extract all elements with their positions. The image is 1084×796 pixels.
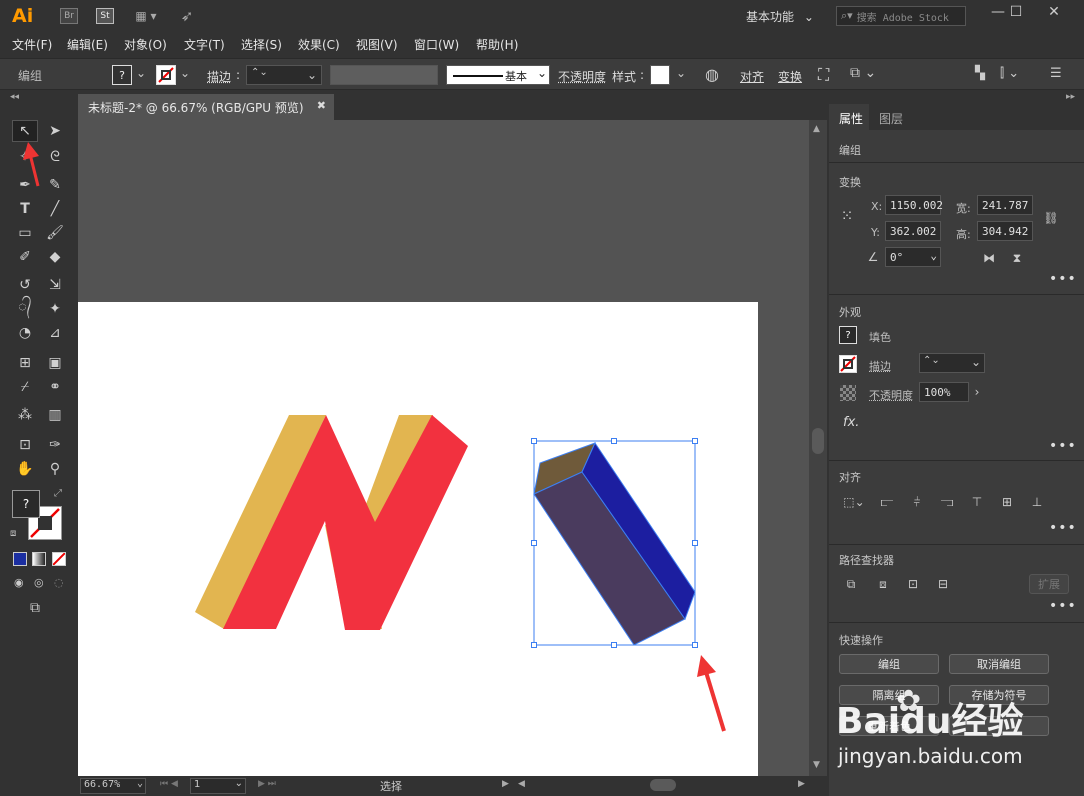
more-options-icon[interactable]: ••• (1049, 598, 1077, 614)
more-options-icon[interactable]: ••• (1049, 271, 1077, 287)
flip-horizontal-icon[interactable]: ⧓ (981, 250, 997, 266)
width-label: 宽: (956, 202, 971, 215)
divider (829, 162, 1084, 163)
fill-swatch[interactable]: ? (839, 326, 857, 344)
align-title: 对齐 (839, 471, 861, 484)
height-field[interactable]: 304.942 (977, 221, 1033, 241)
divider (829, 622, 1084, 623)
angle-field[interactable]: 0° ⌄ (885, 247, 941, 267)
chevron-down-icon: ⌄ (970, 355, 981, 369)
divider (829, 294, 1084, 295)
height-label: 高: (956, 228, 971, 241)
horizontal-scroll-thumb[interactable] (650, 779, 676, 791)
appearance-title: 外观 (839, 306, 861, 319)
vertical-scrollbar[interactable]: ▲ ▼ (809, 120, 827, 776)
constrain-proportions-icon[interactable]: ⛓ (1043, 210, 1059, 226)
stroke-weight-stepper[interactable]: ⌃⌄ ⌄ (919, 353, 985, 373)
unite-icon[interactable]: ⧉ (843, 576, 859, 592)
panel-tab-strip (913, 104, 1084, 130)
align-right-icon[interactable]: ⫎ (939, 494, 955, 510)
chevron-right-icon[interactable]: › (969, 384, 985, 400)
align-top-icon[interactable]: ⊤ (969, 494, 985, 510)
scroll-right-icon[interactable]: ▶ (798, 779, 805, 789)
opacity-icon (840, 385, 856, 401)
x-field[interactable]: 1150.002 (885, 195, 943, 215)
tab-properties[interactable]: 属性 (829, 104, 869, 130)
transform-title: 变换 (839, 176, 861, 189)
align-left-icon[interactable]: ⫍ (879, 494, 895, 510)
chevron-down-icon: ⌄ (234, 778, 243, 789)
align-bottom-icon[interactable]: ⊥ (1029, 494, 1045, 510)
fx-button[interactable]: fx. (843, 415, 859, 430)
exclude-icon[interactable]: ⊟ (935, 576, 951, 592)
ungroup-button[interactable]: 取消编组 (949, 654, 1049, 674)
baidu-watermark: Baidu经验 ✿ jingyan.baidu.com (832, 680, 1078, 780)
annotation-arrow (23, 142, 40, 187)
opacity-field[interactable]: 100% (919, 382, 969, 402)
no-stroke-icon (840, 356, 856, 372)
x-label: X: (871, 200, 883, 213)
scroll-left-icon[interactable]: ◀ (518, 779, 525, 789)
more-options-icon[interactable]: ••• (1049, 520, 1077, 536)
quick-actions-title: 快速操作 (839, 634, 883, 647)
fill-indicator[interactable]: ? (12, 490, 40, 518)
stroke-swatch[interactable] (839, 355, 857, 373)
fill-label: 填色 (869, 331, 891, 344)
annotation-arrow (697, 655, 726, 732)
status-bar: 66.67% ⌄ ⏮ ◀ 1 ⌄ ▶ ⏭ 选择 ▶ ◀ ▶ (78, 776, 809, 796)
y-field[interactable]: 362.002 (885, 221, 941, 241)
chevron-down-icon: ⌄ (930, 249, 937, 262)
chevron-down-icon: ⌄ (136, 778, 143, 789)
tab-properties-label: 属性 (839, 112, 864, 126)
reference-point-icon[interactable]: ⁙ (839, 207, 855, 225)
minus-front-icon[interactable]: ⧈ (875, 576, 891, 592)
flip-vertical-icon[interactable]: ⧗ (1009, 250, 1025, 266)
status-menu-icon[interactable]: ▶ (502, 779, 509, 789)
watermark-brand: Baidu经验 (836, 701, 1024, 742)
align-horizontal-center-icon[interactable]: ⫩ (909, 494, 925, 510)
rotate-angle-icon: ∠ (867, 250, 879, 264)
tab-layers[interactable]: 图层 (869, 104, 913, 130)
expand-button[interactable]: 扩展 (1029, 574, 1069, 594)
align-to-selection-icon[interactable]: ⬚⌄ (841, 494, 867, 510)
intersect-icon[interactable]: ⊡ (905, 576, 921, 592)
stroke-label[interactable]: 描边 (869, 358, 891, 374)
first-artboard-icon[interactable]: ⏮ ◀ (160, 779, 178, 789)
watermark-url: jingyan.baidu.com (838, 744, 1023, 768)
stepper-arrows-icon: ⌃⌄ (923, 355, 940, 366)
zoom-field[interactable]: 66.67% ⌄ (80, 778, 146, 794)
artboard-navigator[interactable]: 1 ⌄ (190, 778, 246, 794)
object-type-label: 编组 (839, 144, 861, 157)
scroll-up-icon[interactable]: ▲ (813, 124, 820, 134)
group-button[interactable]: 编组 (839, 654, 939, 674)
tab-layers-label: 图层 (879, 112, 904, 126)
zoom-value: 66.67% (84, 779, 121, 790)
angle-value: 0° (890, 250, 904, 264)
scroll-thumb[interactable] (812, 428, 824, 454)
width-field[interactable]: 241.787 (977, 195, 1033, 215)
pathfinder-title: 路径查找器 (839, 554, 894, 567)
artboard-number: 1 (194, 779, 201, 790)
divider (829, 460, 1084, 461)
last-artboard-icon[interactable]: ▶ ⏭ (258, 779, 276, 789)
more-options-icon[interactable]: ••• (1049, 438, 1077, 454)
current-tool-label: 选择 (380, 780, 402, 793)
opacity-label[interactable]: 不透明度 (869, 387, 913, 403)
y-label: Y: (871, 226, 880, 239)
paw-icon: ✿ (896, 684, 922, 719)
scroll-down-icon[interactable]: ▼ (813, 760, 820, 770)
align-vertical-center-icon[interactable]: ⊞ (999, 494, 1015, 510)
divider (829, 544, 1084, 545)
